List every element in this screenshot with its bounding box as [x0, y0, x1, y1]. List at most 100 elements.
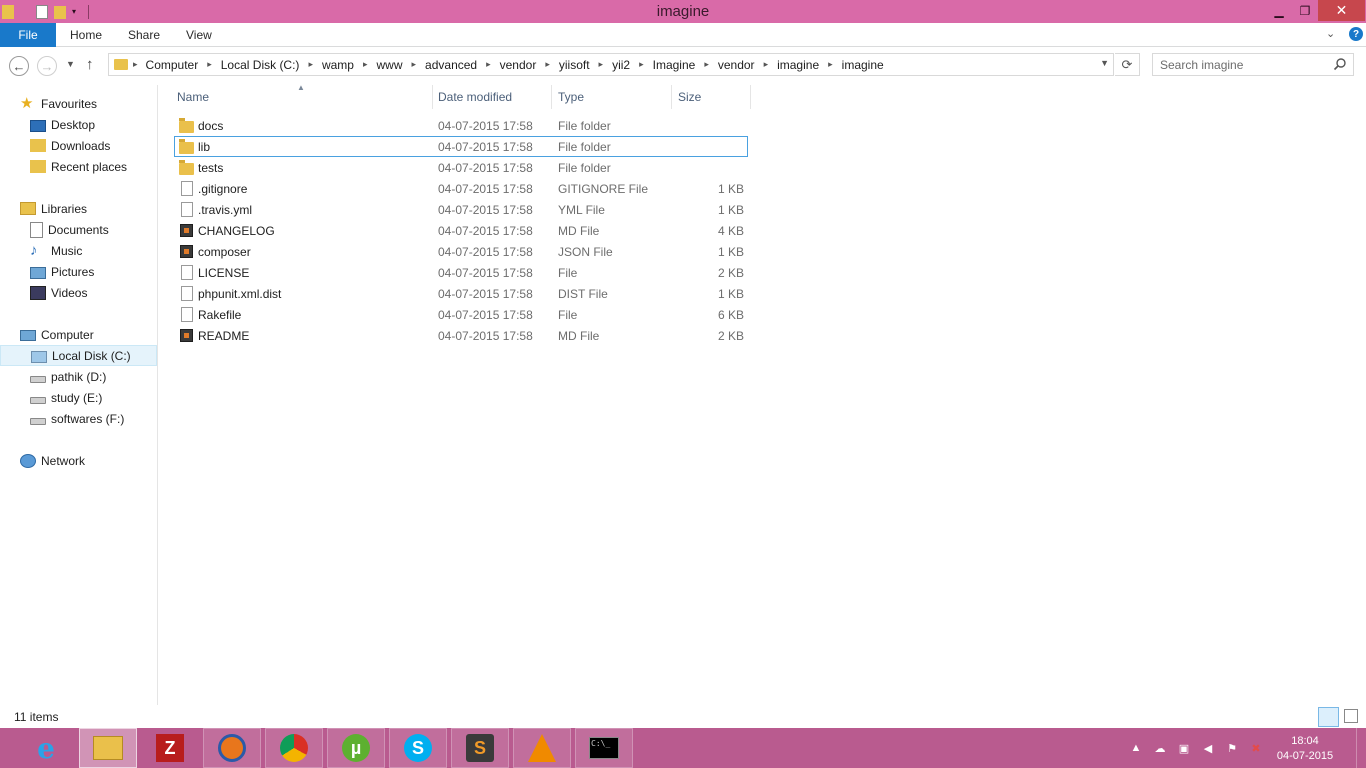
chevron-right-icon[interactable]: ▸: [828, 59, 833, 70]
system-clock[interactable]: 18:04 04-07-2015: [1270, 734, 1340, 764]
column-divider[interactable]: [432, 85, 433, 109]
breadcrumb-item[interactable]: www: [377, 58, 403, 72]
size-cell: [678, 157, 744, 178]
skype-icon[interactable]: S: [389, 728, 447, 768]
file-row[interactable]: .gitignore 04-07-2015 17:58 GITIGNORE Fi…: [174, 178, 748, 199]
chrome-icon[interactable]: [265, 728, 323, 768]
file-row[interactable]: composer 04-07-2015 17:58 JSON File 1 KB: [174, 241, 748, 262]
file-explorer-icon[interactable]: [79, 728, 137, 768]
chevron-right-icon[interactable]: ▸: [639, 59, 644, 70]
file-row[interactable]: tests 04-07-2015 17:58 File folder: [174, 157, 748, 178]
chevron-right-icon[interactable]: ▸: [764, 59, 769, 70]
show-desktop-button[interactable]: [1356, 728, 1366, 768]
breadcrumb-item[interactable]: Imagine: [653, 58, 696, 72]
sidebar-item-study-e[interactable]: study (E:): [0, 387, 157, 408]
column-header-name[interactable]: Name: [177, 85, 209, 109]
action-center-flag-icon[interactable]: ⚑: [1224, 740, 1240, 756]
sidebar-item-desktop[interactable]: Desktop: [0, 114, 157, 135]
file-row[interactable]: phpunit.xml.dist 04-07-2015 17:58 DIST F…: [174, 283, 748, 304]
sidebar-item-local-disk-c[interactable]: Local Disk (C:): [0, 345, 157, 366]
search-input[interactable]: [1160, 54, 1335, 75]
refresh-button[interactable]: ⟳: [1115, 53, 1140, 76]
forward-button[interactable]: →: [37, 56, 57, 76]
breadcrumb-item[interactable]: vendor: [718, 58, 755, 72]
column-divider[interactable]: [750, 85, 751, 109]
file-row[interactable]: Rakefile 04-07-2015 17:58 File 6 KB: [174, 304, 748, 325]
sidebar-item-pathik-d[interactable]: pathik (D:): [0, 366, 157, 387]
help-icon[interactable]: ?: [1349, 27, 1363, 41]
firefox-icon[interactable]: [203, 728, 261, 768]
vlc-icon[interactable]: [513, 728, 571, 768]
large-icons-view-icon[interactable]: [1344, 709, 1358, 723]
chevron-right-icon[interactable]: ▸: [545, 59, 550, 70]
breadcrumb-item[interactable]: imagine: [842, 58, 884, 72]
column-header-size[interactable]: Size: [678, 85, 701, 109]
antivirus-icon[interactable]: ✖: [1248, 740, 1264, 756]
sidebar-item-videos[interactable]: Videos: [0, 282, 157, 303]
sidebar-item-softwares-f[interactable]: softwares (F:): [0, 408, 157, 429]
chevron-right-icon[interactable]: ▸: [133, 59, 138, 70]
filezilla-icon[interactable]: Z: [141, 728, 199, 768]
sidebar-item-libraries[interactable]: Libraries: [0, 198, 157, 219]
network-icon: [20, 453, 36, 468]
recent-locations-icon[interactable]: ▼: [66, 59, 75, 69]
tab-view[interactable]: View: [186, 23, 212, 47]
chevron-right-icon[interactable]: ▸: [599, 59, 604, 70]
chevron-right-icon[interactable]: ▸: [207, 59, 212, 70]
expand-ribbon-icon[interactable]: ⌄: [1326, 27, 1335, 40]
file-row[interactable]: .travis.yml 04-07-2015 17:58 YML File 1 …: [174, 199, 748, 220]
file-row[interactable]: docs 04-07-2015 17:58 File folder: [174, 115, 748, 136]
column-divider[interactable]: [671, 85, 672, 109]
tab-file[interactable]: File: [0, 23, 56, 47]
file-row[interactable]: lib 04-07-2015 17:58 File folder: [174, 136, 748, 157]
file-row[interactable]: LICENSE 04-07-2015 17:58 File 2 KB: [174, 262, 748, 283]
breadcrumb-item[interactable]: imagine: [777, 58, 819, 72]
breadcrumb-item[interactable]: advanced: [425, 58, 477, 72]
sidebar-item-computer[interactable]: Computer: [0, 324, 157, 345]
column-header-type[interactable]: Type: [558, 85, 584, 109]
show-hidden-icons-icon[interactable]: ▲: [1128, 740, 1144, 756]
volume-icon[interactable]: ◀: [1200, 740, 1216, 756]
breadcrumb-item[interactable]: wamp: [322, 58, 354, 72]
sublime-text-icon[interactable]: S: [451, 728, 509, 768]
close-button[interactable]: ✕: [1318, 0, 1365, 21]
utorrent-icon[interactable]: µ: [327, 728, 385, 768]
chevron-right-icon[interactable]: ▸: [363, 59, 368, 70]
column-divider[interactable]: [551, 85, 552, 109]
chevron-right-icon[interactable]: ▸: [704, 59, 709, 70]
sidebar-item-music[interactable]: ♪ Music: [0, 240, 157, 261]
file-name-cell: composer: [179, 241, 251, 262]
breadcrumb-item[interactable]: yiisoft: [559, 58, 590, 72]
network-status-icon[interactable]: ▣: [1176, 740, 1192, 756]
sidebar-item-recent-places[interactable]: Recent places: [0, 156, 157, 177]
tab-home[interactable]: Home: [70, 23, 102, 47]
minimize-button[interactable]: ▁: [1266, 0, 1292, 21]
breadcrumb-item[interactable]: vendor: [500, 58, 537, 72]
tab-share[interactable]: Share: [128, 23, 160, 47]
details-view-icon[interactable]: [1318, 707, 1339, 727]
address-bar[interactable]: ▸ Computer ▸ Local Disk (C:) ▸ wamp ▸ ww…: [108, 53, 1114, 76]
sidebar-item-documents[interactable]: Documents: [0, 219, 157, 240]
up-button[interactable]: ↑: [86, 56, 94, 73]
breadcrumb-item[interactable]: Computer: [146, 58, 199, 72]
address-history-dropdown[interactable]: ▼: [1100, 58, 1109, 68]
breadcrumb-item[interactable]: yii2: [612, 58, 630, 72]
chevron-right-icon[interactable]: ▸: [486, 59, 491, 70]
breadcrumb-item[interactable]: Local Disk (C:): [221, 58, 300, 72]
size-cell: 1 KB: [717, 286, 744, 301]
chevron-right-icon[interactable]: ▸: [308, 59, 313, 70]
sidebar-item-downloads[interactable]: Downloads: [0, 135, 157, 156]
sidebar-item-favourites[interactable]: ★ Favourites: [0, 93, 157, 114]
onedrive-icon[interactable]: ☁: [1152, 740, 1168, 756]
internet-explorer-icon[interactable]: e: [17, 728, 75, 768]
back-button[interactable]: ←: [9, 56, 29, 76]
file-row[interactable]: README 04-07-2015 17:58 MD File 2 KB: [174, 325, 748, 346]
command-prompt-icon[interactable]: C:\_: [575, 728, 633, 768]
sidebar-item-network[interactable]: Network: [0, 450, 157, 471]
search-icon[interactable]: [1333, 57, 1347, 71]
sidebar-item-pictures[interactable]: Pictures: [0, 261, 157, 282]
column-header-date[interactable]: Date modified: [438, 85, 512, 109]
chevron-right-icon[interactable]: ▸: [412, 59, 417, 70]
maximize-button[interactable]: ❐: [1292, 0, 1318, 21]
file-row[interactable]: CHANGELOG 04-07-2015 17:58 MD File 4 KB: [174, 220, 748, 241]
